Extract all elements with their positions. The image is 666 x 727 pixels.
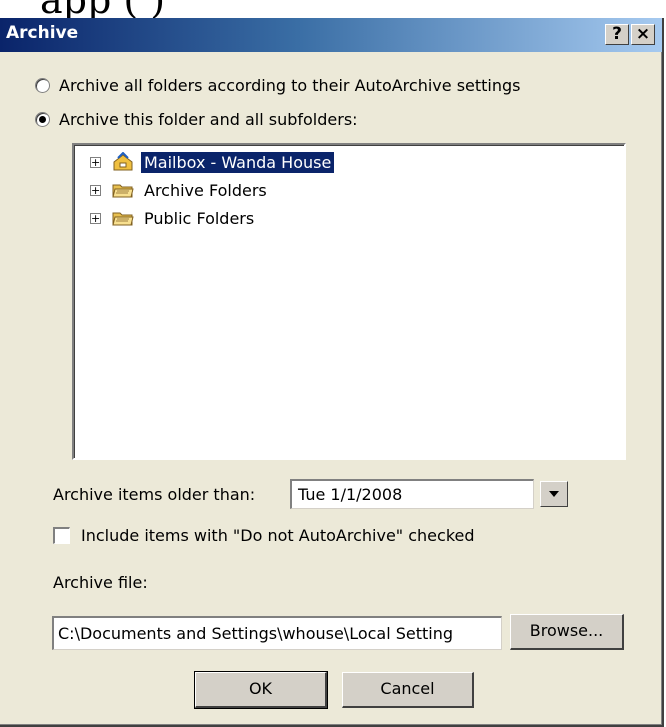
radio-archive-this[interactable] — [35, 111, 50, 127]
radio-archive-all-label: Archive all folders according to their A… — [59, 75, 521, 95]
folder-icon — [111, 179, 135, 201]
expand-icon[interactable]: + — [90, 156, 101, 168]
folder-icon — [111, 207, 135, 229]
expand-icon[interactable]: + — [90, 212, 101, 224]
cancel-button[interactable]: Cancel — [342, 672, 474, 708]
older-than-label: Archive items older than: — [53, 485, 256, 504]
folder-tree[interactable]: + Mailbox - Wanda House + Archive Folder… — [72, 143, 626, 460]
mailbox-icon — [111, 151, 135, 173]
radio-archive-this-row[interactable]: Archive this folder and all subfolders: — [35, 107, 358, 131]
close-button[interactable]: × — [631, 24, 655, 45]
archive-dialog: Archive ? × Archive all folders accordin… — [0, 18, 664, 727]
tree-item-mailbox[interactable]: + Mailbox - Wanda House — [90, 149, 335, 175]
include-items-label: Include items with "Do not AutoArchive" … — [81, 526, 475, 545]
radio-archive-all[interactable] — [35, 77, 50, 93]
help-button[interactable]: ? — [605, 24, 629, 45]
tree-item-public-folders[interactable]: + Public Folders — [90, 205, 257, 231]
include-items-checkbox[interactable] — [53, 527, 70, 544]
dropdown-button[interactable] — [540, 481, 568, 507]
title-bar[interactable]: Archive ? × — [0, 18, 662, 52]
radio-archive-all-row[interactable]: Archive all folders according to their A… — [35, 73, 521, 97]
chevron-down-icon — [549, 491, 559, 497]
archive-file-label: Archive file: — [53, 573, 148, 592]
browse-button[interactable]: Browse... — [510, 614, 624, 650]
older-than-date-field[interactable]: Tue 1/1/2008 — [290, 479, 534, 509]
older-than-combo[interactable]: Tue 1/1/2008 — [290, 479, 568, 509]
ok-button[interactable]: OK — [194, 671, 328, 709]
include-items-row[interactable]: Include items with "Do not AutoArchive" … — [53, 526, 475, 545]
expand-icon[interactable]: + — [90, 184, 101, 196]
tree-item-label: Archive Folders — [144, 180, 267, 200]
archive-file-field[interactable]: C:\Documents and Settings\whouse\Local S… — [52, 616, 502, 650]
radio-archive-this-label: Archive this folder and all subfolders: — [59, 109, 358, 129]
tree-item-label: Mailbox - Wanda House — [141, 151, 335, 173]
dialog-title: Archive — [6, 23, 79, 43]
tree-item-archive-folders[interactable]: + Archive Folders — [90, 177, 270, 203]
tree-item-label: Public Folders — [144, 208, 255, 228]
